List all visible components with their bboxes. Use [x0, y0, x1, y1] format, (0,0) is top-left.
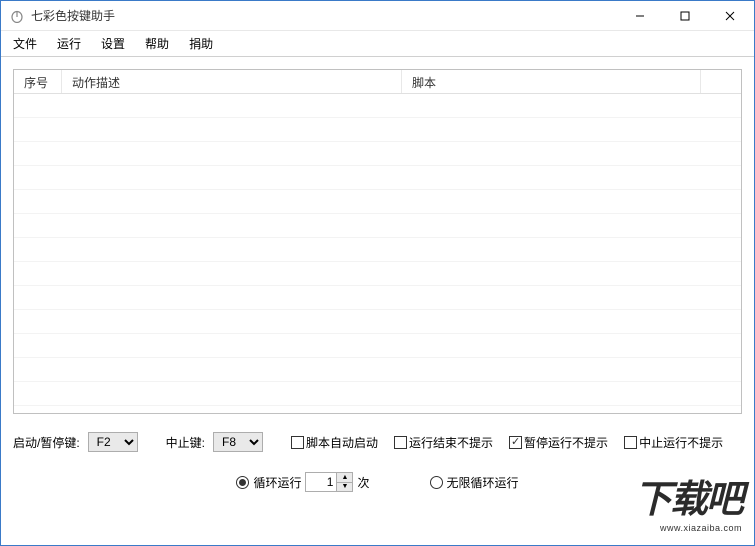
- minimize-button[interactable]: [617, 2, 662, 30]
- table-row: [14, 94, 741, 118]
- cb-stop-noprompt[interactable]: 中止运行不提示: [624, 434, 723, 451]
- cb-autostart[interactable]: 脚本自动启动: [291, 434, 378, 451]
- radio-loop-count[interactable]: 循环运行 ▲ ▼ 次: [236, 472, 369, 492]
- col-script[interactable]: 脚本: [402, 70, 701, 93]
- table-row: [14, 262, 741, 286]
- checkbox-icon: [291, 436, 304, 449]
- window-controls: [617, 2, 752, 30]
- table-row: [14, 382, 741, 406]
- times-label: 次: [357, 474, 369, 491]
- hotkey-row: 启动/暂停键: F2 中止键: F8 脚本自动启动 运行结束不提示 暂停运行不提…: [13, 432, 742, 452]
- cb-pause-noprompt[interactable]: 暂停运行不提示: [509, 434, 608, 451]
- radio-loop-infinite[interactable]: 无限循环运行: [430, 474, 519, 491]
- content-area: 序号 动作描述 脚本 启动/暂停键: F2 中止键: F: [1, 57, 754, 504]
- checkbox-icon: [509, 436, 522, 449]
- col-spacer: [701, 70, 741, 93]
- checkbox-icon: [394, 436, 407, 449]
- close-button[interactable]: [707, 2, 752, 30]
- table-row: [14, 142, 741, 166]
- table-row: [14, 118, 741, 142]
- loop-row: 循环运行 ▲ ▼ 次 无限循环运行: [13, 472, 742, 492]
- action-table[interactable]: 序号 动作描述 脚本: [13, 69, 742, 414]
- stop-select[interactable]: F8: [213, 432, 263, 452]
- checkbox-group: 脚本自动启动 运行结束不提示 暂停运行不提示 中止运行不提示: [291, 434, 723, 451]
- menu-settings[interactable]: 设置: [91, 31, 135, 56]
- maximize-button[interactable]: [662, 2, 707, 30]
- table-row: [14, 286, 741, 310]
- col-description[interactable]: 动作描述: [62, 70, 402, 93]
- menu-run[interactable]: 运行: [47, 31, 91, 56]
- table-row: [14, 190, 741, 214]
- spinner-down-icon[interactable]: ▼: [337, 483, 352, 492]
- menu-help[interactable]: 帮助: [135, 31, 179, 56]
- stop-label: 中止键:: [166, 434, 205, 451]
- table-row: [14, 214, 741, 238]
- window-title: 七彩色按键助手: [31, 7, 617, 24]
- checkbox-icon: [624, 436, 637, 449]
- watermark-url: www.xiazaiba.com: [660, 523, 742, 533]
- table-header: 序号 动作描述 脚本: [14, 70, 741, 94]
- start-pause-label: 启动/暂停键:: [13, 434, 80, 451]
- titlebar: 七彩色按键助手: [1, 1, 754, 31]
- menu-file[interactable]: 文件: [3, 31, 47, 56]
- start-pause-select[interactable]: F2: [88, 432, 138, 452]
- loop-count-input[interactable]: [306, 473, 336, 491]
- table-row: [14, 166, 741, 190]
- menubar: 文件 运行 设置 帮助 捐助: [1, 31, 754, 57]
- table-row: [14, 310, 741, 334]
- table-row: [14, 238, 741, 262]
- cb-end-noprompt[interactable]: 运行结束不提示: [394, 434, 493, 451]
- table-row: [14, 334, 741, 358]
- app-icon: [9, 8, 25, 24]
- loop-count-spinner[interactable]: ▲ ▼: [305, 472, 353, 492]
- menu-donate[interactable]: 捐助: [179, 31, 223, 56]
- col-seq[interactable]: 序号: [14, 70, 62, 93]
- spinner-up-icon[interactable]: ▲: [337, 473, 352, 483]
- radio-icon: [430, 476, 443, 489]
- infinite-loop-label: 无限循环运行: [447, 474, 519, 491]
- loop-run-label: 循环运行: [253, 474, 301, 491]
- table-body[interactable]: [14, 94, 741, 413]
- radio-icon: [236, 476, 249, 489]
- table-row: [14, 358, 741, 382]
